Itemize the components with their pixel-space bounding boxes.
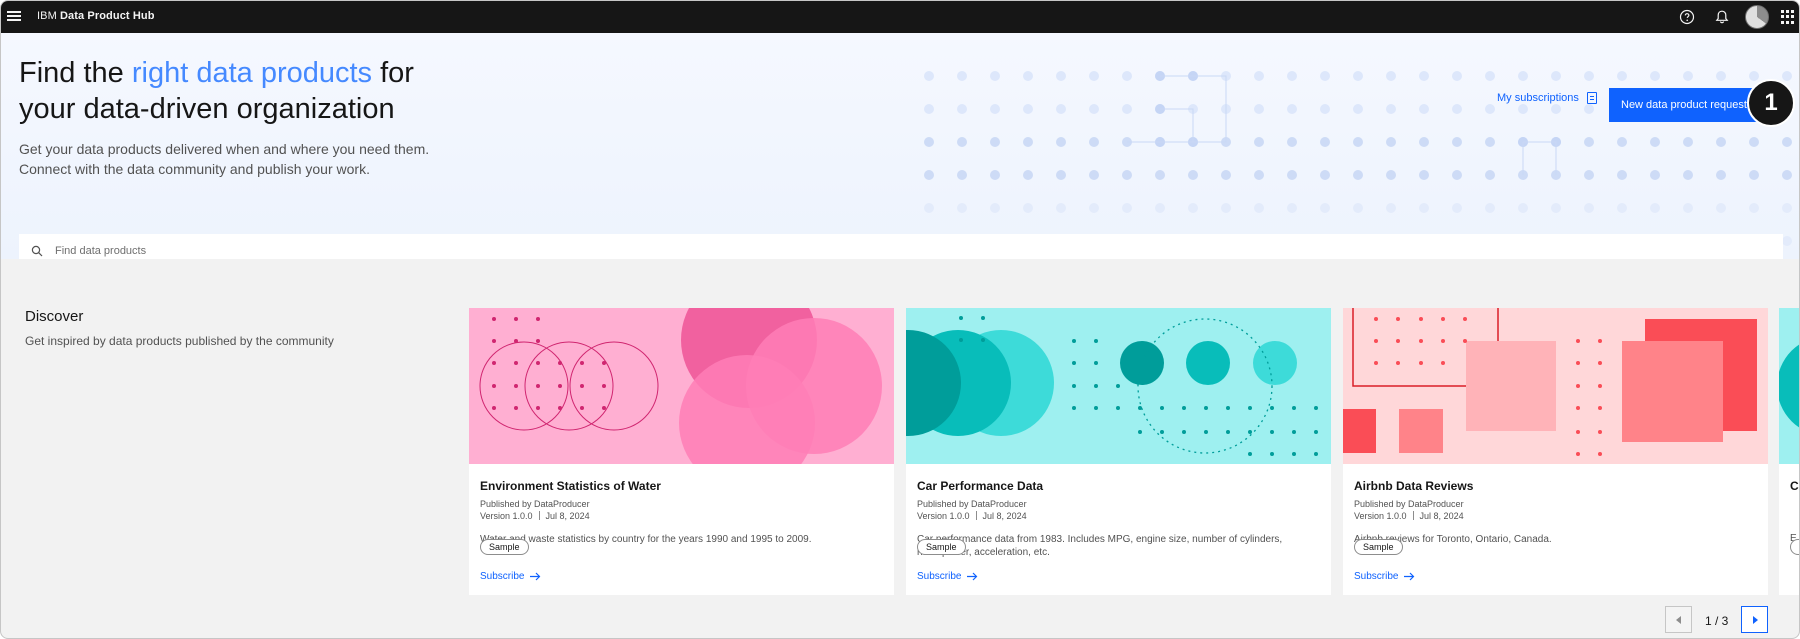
product-card[interactable]: Airbnb Data Reviews Published by DataPro… bbox=[1343, 308, 1768, 595]
discover-subtitle: Get inspired by data products published … bbox=[25, 334, 334, 348]
hero-subtitle: Get your data products delivered when an… bbox=[19, 139, 499, 179]
card-publisher: Published by DataProducer bbox=[917, 499, 1027, 509]
subscribe-label: Subscribe bbox=[917, 571, 962, 582]
previous-page-button[interactable] bbox=[1665, 606, 1692, 633]
arrow-right-icon bbox=[1404, 572, 1415, 581]
chevron-left-icon bbox=[1675, 615, 1681, 624]
help-icon[interactable] bbox=[1678, 8, 1696, 26]
card-title[interactable]: Airbnb Data Reviews bbox=[1354, 479, 1473, 493]
card-version-line: Version 1.0.0 Jul 8, 2024 bbox=[480, 511, 590, 521]
card-publisher: Published by DataProducer bbox=[480, 499, 590, 509]
new-data-product-request-button[interactable]: New data product request bbox=[1609, 88, 1765, 122]
search-bar[interactable] bbox=[19, 234, 1783, 259]
card-illustration bbox=[1343, 308, 1768, 464]
card-illustration bbox=[1779, 308, 1799, 464]
bell-icon[interactable] bbox=[1713, 8, 1731, 26]
menu-icon[interactable] bbox=[7, 9, 21, 23]
title-text: Find the bbox=[19, 57, 132, 89]
divider bbox=[538, 511, 540, 520]
subscribe-link[interactable]: Subscribe bbox=[480, 571, 541, 582]
title-line-2: your data-driven organization bbox=[19, 93, 395, 125]
hero-banner: Find the right data products for your da… bbox=[1, 33, 1799, 259]
title-text-end: for bbox=[372, 57, 414, 89]
page-indicator: 1 / 3 bbox=[1705, 614, 1729, 628]
subtitle-line-2: Connect with the data community and publ… bbox=[19, 161, 370, 177]
document-icon bbox=[1586, 92, 1597, 104]
product-card[interactable]: Car Performance Data Published by DataPr… bbox=[906, 308, 1331, 595]
sample-tag: S bbox=[1790, 539, 1799, 555]
product-card[interactable]: Environment Statistics of Water Publishe… bbox=[469, 308, 894, 595]
card-illustration bbox=[906, 308, 1331, 464]
card-title[interactable]: Environment Statistics of Water bbox=[480, 479, 661, 493]
my-subscriptions-label: My subscriptions bbox=[1497, 92, 1579, 104]
subscribe-label: Subscribe bbox=[1354, 571, 1399, 582]
card-date: Jul 8, 2024 bbox=[545, 511, 590, 521]
card-version-line: Version 1.0.0 Jul 8, 2024 bbox=[917, 511, 1027, 521]
card-date: Jul 8, 2024 bbox=[982, 511, 1027, 521]
search-icon bbox=[31, 245, 43, 257]
sample-tag: Sample bbox=[1354, 539, 1403, 555]
card-title[interactable]: Cu bbox=[1790, 479, 1799, 493]
card-date: Jul 8, 2024 bbox=[1419, 511, 1464, 521]
divider bbox=[975, 511, 977, 520]
subtitle-line-1: Get your data products delivered when an… bbox=[19, 141, 430, 157]
product-card-partial[interactable]: Cu E S bbox=[1779, 308, 1799, 595]
card-description: Water and waste statistics by country fo… bbox=[480, 534, 812, 545]
search-input[interactable] bbox=[53, 244, 1657, 258]
card-version: Version 1.0.0 bbox=[1354, 511, 1407, 521]
app-window: IBM Data Product Hub Find the right data… bbox=[0, 0, 1800, 639]
decorative-dot-grid bbox=[924, 71, 1792, 246]
card-illustration bbox=[469, 308, 894, 464]
my-subscriptions-link[interactable]: My subscriptions bbox=[1497, 92, 1597, 104]
subscribe-label: Subscribe bbox=[480, 571, 525, 582]
subscribe-link[interactable]: Subscribe bbox=[1354, 571, 1415, 582]
card-version: Version 1.0.0 bbox=[917, 511, 970, 521]
next-page-button[interactable] bbox=[1741, 606, 1768, 633]
card-title[interactable]: Car Performance Data bbox=[917, 479, 1043, 493]
app-switcher-icon[interactable] bbox=[1781, 10, 1795, 24]
product-brand[interactable]: IBM Data Product Hub bbox=[37, 10, 155, 22]
top-navigation-bar: IBM Data Product Hub bbox=[1, 1, 1799, 33]
title-accent-text: right data products bbox=[131, 57, 373, 89]
step-badge: 1 bbox=[1747, 79, 1795, 127]
card-publisher: Published by DataProducer bbox=[1354, 499, 1464, 509]
subscribe-link[interactable]: Subscribe bbox=[917, 571, 978, 582]
user-avatar[interactable] bbox=[1745, 5, 1769, 29]
sample-tag: Sample bbox=[480, 539, 529, 555]
brand-name: Data Product Hub bbox=[60, 10, 155, 22]
new-request-label: New data product request bbox=[1621, 99, 1747, 111]
brand-prefix: IBM bbox=[37, 10, 57, 22]
card-version-line: Version 1.0.0 Jul 8, 2024 bbox=[1354, 511, 1464, 521]
card-description: Airbnb reviews for Toronto, Ontario, Can… bbox=[1354, 534, 1552, 545]
discover-title: Discover bbox=[25, 308, 84, 325]
hero-title: Find the right data products for your da… bbox=[19, 55, 414, 127]
chevron-right-icon bbox=[1752, 615, 1758, 624]
card-description: Car performance data from 1983. Includes… bbox=[917, 534, 1283, 558]
sample-tag: Sample bbox=[917, 539, 966, 555]
divider bbox=[1412, 511, 1414, 520]
arrow-right-icon bbox=[967, 572, 978, 581]
arrow-right-icon bbox=[530, 572, 541, 581]
card-version: Version 1.0.0 bbox=[480, 511, 533, 521]
